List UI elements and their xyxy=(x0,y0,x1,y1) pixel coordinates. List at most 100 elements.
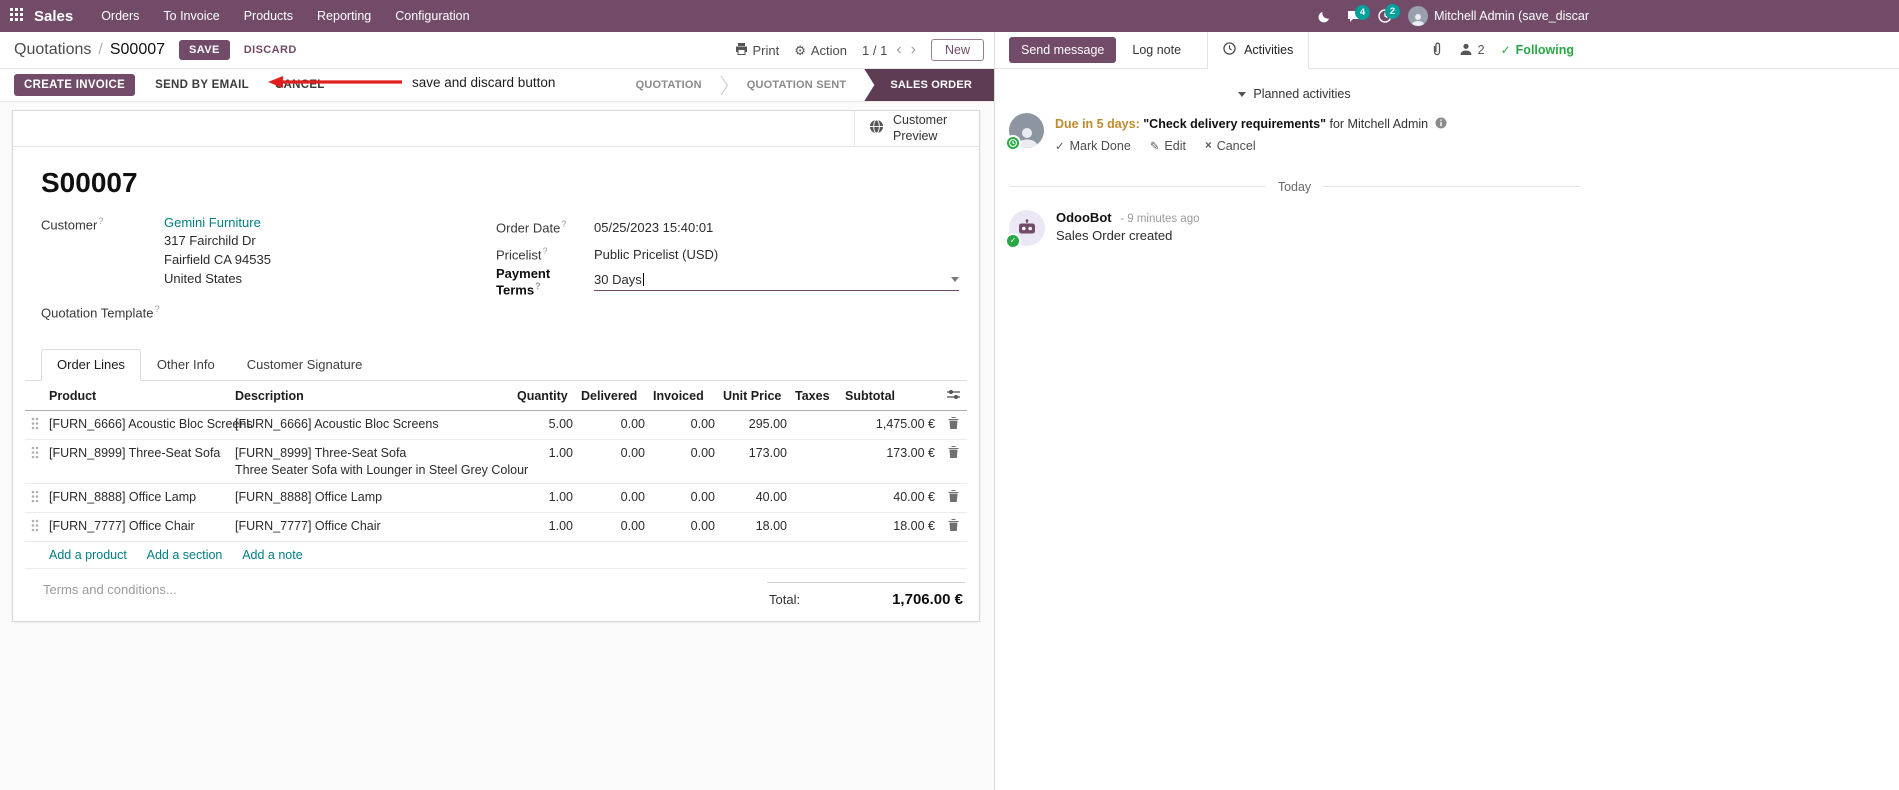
cell-taxes[interactable] xyxy=(791,439,841,484)
pricelist-value[interactable]: Public Pricelist (USD) xyxy=(594,247,718,262)
delete-line-icon[interactable] xyxy=(939,410,967,440)
cell-invoiced[interactable]: 0.00 xyxy=(649,439,719,484)
dropdown-caret-icon[interactable] xyxy=(951,277,959,282)
customer-link[interactable]: Gemini Furniture xyxy=(164,215,261,230)
menu-reporting[interactable]: Reporting xyxy=(305,0,383,32)
menu-configuration[interactable]: Configuration xyxy=(383,0,481,32)
stage-sales-order[interactable]: SALES ORDER xyxy=(864,69,994,101)
edit-activity-button[interactable]: ✎ Edit xyxy=(1150,139,1186,153)
cell-taxes[interactable] xyxy=(791,410,841,440)
cell-product[interactable]: [FURN_6666] Acoustic Bloc Screens xyxy=(45,410,253,440)
tab-customer-signature[interactable]: Customer Signature xyxy=(231,349,379,381)
add-product-link[interactable]: Add a product xyxy=(49,548,127,562)
delete-line-icon[interactable] xyxy=(939,512,967,542)
cell-invoiced[interactable]: 0.00 xyxy=(649,512,719,542)
payment-terms-input[interactable]: 30 Days xyxy=(594,272,959,291)
cell-quantity[interactable]: 1.00 xyxy=(513,512,577,542)
print-button[interactable]: Print xyxy=(735,42,779,58)
cell-description[interactable]: [FURN_8999] Three-Seat Sofa Three Seater… xyxy=(231,439,528,484)
terms-placeholder[interactable]: Terms and conditions... xyxy=(43,582,177,597)
cell-taxes[interactable] xyxy=(791,483,841,513)
cell-taxes[interactable] xyxy=(791,512,841,542)
cell-description[interactable]: [FURN_6666] Acoustic Bloc Screens xyxy=(231,410,513,440)
order-line-row[interactable]: [FURN_8999] Three-Seat Sofa [FURN_8999] … xyxy=(25,439,967,484)
followers-button[interactable]: 2 xyxy=(1459,43,1485,58)
discard-button[interactable]: DISCARD xyxy=(244,44,297,56)
drag-handle-icon[interactable] xyxy=(25,410,45,440)
new-button[interactable]: New xyxy=(930,39,984,61)
send-message-button[interactable]: Send message xyxy=(1009,37,1117,63)
order-date-value[interactable]: 05/25/2023 15:40:01 xyxy=(594,220,713,235)
add-note-link[interactable]: Add a note xyxy=(242,548,302,562)
order-line-row[interactable]: [FURN_7777] Office Chair [FURN_7777] Off… xyxy=(25,512,967,542)
cell-description[interactable]: [FURN_8888] Office Lamp xyxy=(231,483,513,513)
col-taxes[interactable]: Taxes xyxy=(791,381,841,411)
app-name[interactable]: Sales xyxy=(34,8,73,25)
cell-quantity[interactable]: 1.00 xyxy=(513,483,577,513)
cell-product[interactable]: [FURN_8999] Three-Seat Sofa xyxy=(45,439,231,484)
order-line-row[interactable]: [FURN_6666] Acoustic Bloc Screens [FURN_… xyxy=(25,410,967,440)
user-menu[interactable]: Mitchell Admin (save_discar xyxy=(1408,6,1589,26)
dark-mode-moon-icon[interactable] xyxy=(1318,10,1331,23)
delete-line-icon[interactable] xyxy=(939,439,967,484)
cell-description[interactable]: [FURN_7777] Office Chair xyxy=(231,512,513,542)
cell-delivered[interactable]: 0.00 xyxy=(577,439,649,484)
apps-menu-button[interactable] xyxy=(0,0,32,32)
optional-columns-icon[interactable] xyxy=(939,381,967,411)
action-button[interactable]: ⚙ Action xyxy=(794,43,847,58)
cell-invoiced[interactable]: 0.00 xyxy=(649,410,719,440)
cell-unit-price[interactable]: 40.00 xyxy=(719,483,791,513)
mark-done-button[interactable]: ✓ Mark Done xyxy=(1055,139,1131,153)
add-section-link[interactable]: Add a section xyxy=(147,548,223,562)
cell-invoiced[interactable]: 0.00 xyxy=(649,483,719,513)
create-invoice-button[interactable]: CREATE INVOICE xyxy=(14,74,136,96)
delete-line-icon[interactable] xyxy=(939,483,967,513)
menu-orders[interactable]: Orders xyxy=(89,0,151,32)
apps-grid-icon xyxy=(9,8,23,24)
col-unit-price[interactable]: Unit Price xyxy=(719,381,791,411)
planned-activities-header[interactable]: Planned activities xyxy=(1009,87,1580,101)
message-author[interactable]: OdooBot xyxy=(1056,210,1112,225)
message-body: Sales Order created xyxy=(1056,227,1173,243)
following-button[interactable]: ✓ Following xyxy=(1501,43,1574,57)
col-description[interactable]: Description xyxy=(231,381,513,411)
col-quantity[interactable]: Quantity xyxy=(513,381,577,411)
drag-handle-icon[interactable] xyxy=(25,512,45,542)
stage-quotation[interactable]: QUOTATION xyxy=(618,69,720,101)
cell-product[interactable]: [FURN_7777] Office Chair xyxy=(45,512,231,542)
cell-unit-price[interactable]: 295.00 xyxy=(719,410,791,440)
order-line-row[interactable]: [FURN_8888] Office Lamp [FURN_8888] Offi… xyxy=(25,483,967,513)
col-delivered[interactable]: Delivered xyxy=(577,381,649,411)
menu-to-invoice[interactable]: To Invoice xyxy=(151,0,231,32)
menu-products[interactable]: Products xyxy=(232,0,305,32)
customer-preview-button[interactable]: Customer Preview xyxy=(854,111,979,146)
cancel-activity-button[interactable]: × Cancel xyxy=(1205,139,1256,153)
cell-quantity[interactable]: 5.00 xyxy=(513,410,577,440)
info-icon[interactable] xyxy=(1435,117,1447,132)
cell-delivered[interactable]: 0.00 xyxy=(577,483,649,513)
cell-delivered[interactable]: 0.00 xyxy=(577,512,649,542)
breadcrumb-quotations[interactable]: Quotations xyxy=(14,41,91,59)
activities-tab[interactable]: Activities xyxy=(1207,31,1310,69)
log-note-button[interactable]: Log note xyxy=(1120,37,1193,63)
cell-delivered[interactable]: 0.00 xyxy=(577,410,649,440)
cell-unit-price[interactable]: 173.00 xyxy=(719,439,791,484)
save-button[interactable]: SAVE xyxy=(179,40,230,60)
tab-order-lines[interactable]: Order Lines xyxy=(41,348,141,381)
drag-handle-icon[interactable] xyxy=(25,483,45,513)
messages-icon[interactable]: 4 xyxy=(1347,4,1371,23)
col-product[interactable]: Product xyxy=(45,381,231,411)
pager-next-icon[interactable]: › xyxy=(911,42,916,58)
pager-previous-icon[interactable]: ‹ xyxy=(896,42,901,58)
col-invoiced[interactable]: Invoiced xyxy=(649,381,719,411)
col-subtotal[interactable]: Subtotal xyxy=(841,381,939,411)
paperclip-icon[interactable] xyxy=(1431,42,1443,59)
drag-handle-icon[interactable] xyxy=(25,439,45,484)
cancel-button[interactable]: CANCEL xyxy=(269,74,331,96)
send-by-email-button[interactable]: SEND BY EMAIL xyxy=(149,74,255,96)
tab-other-info[interactable]: Other Info xyxy=(141,349,231,381)
stage-quotation-sent[interactable]: QUOTATION SENT xyxy=(729,69,865,101)
cell-unit-price[interactable]: 18.00 xyxy=(719,512,791,542)
activities-clock-icon[interactable]: 2 xyxy=(1378,4,1401,23)
cell-product[interactable]: [FURN_8888] Office Lamp xyxy=(45,483,231,513)
